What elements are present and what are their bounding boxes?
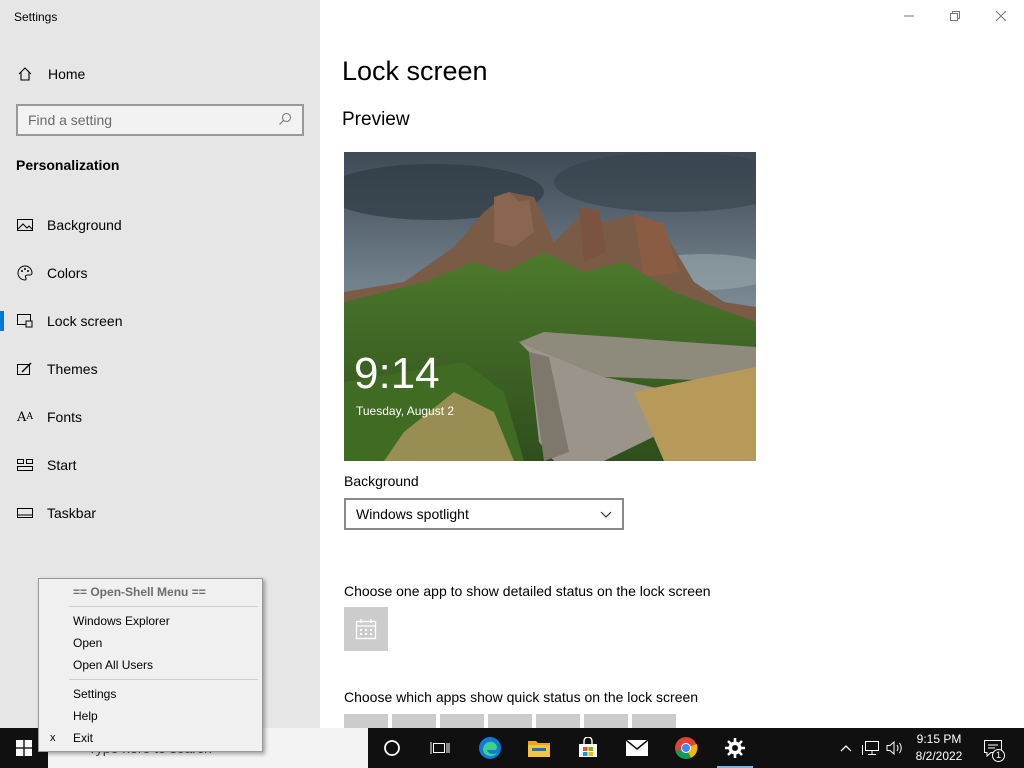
background-dropdown[interactable]: Windows spotlight xyxy=(344,498,624,530)
menu-separator xyxy=(69,606,258,607)
quick-status-app-button[interactable] xyxy=(632,714,676,728)
home-label: Home xyxy=(48,66,86,82)
sidebar-item-themes[interactable]: Themes xyxy=(0,349,320,389)
chrome-icon xyxy=(675,737,698,759)
sidebar-item-label: Themes xyxy=(47,361,98,377)
quick-status-app-button[interactable] xyxy=(488,714,532,728)
sidebar-item-label: Fonts xyxy=(47,409,83,425)
sidebar-item-background[interactable]: Background xyxy=(0,205,320,245)
network-icon xyxy=(862,741,879,755)
menu-item-help[interactable]: Help xyxy=(73,706,98,726)
section-title: Personalization xyxy=(16,157,120,173)
preview-date: Tuesday, August 2 xyxy=(356,404,455,418)
quick-status-label: Choose which apps show quick status on t… xyxy=(344,689,699,705)
menu-item-exit[interactable]: Exit xyxy=(73,728,93,748)
show-hidden-icons-button[interactable] xyxy=(836,728,856,768)
action-center-button[interactable]: 1 xyxy=(980,728,1006,768)
home-nav-item[interactable]: Home xyxy=(16,63,85,85)
exit-glyph: x xyxy=(50,732,56,744)
app-title: Settings xyxy=(14,10,58,24)
close-icon xyxy=(996,11,1006,21)
menu-separator xyxy=(69,679,258,680)
home-icon xyxy=(16,65,34,83)
detailed-status-app-button[interactable] xyxy=(344,607,388,651)
store-button[interactable] xyxy=(564,728,612,768)
sidebar-item-colors[interactable]: Colors xyxy=(0,253,320,293)
fonts-icon: AA xyxy=(17,409,33,425)
mail-icon xyxy=(625,739,649,756)
sidebar-item-taskbar[interactable]: Taskbar xyxy=(0,493,320,533)
network-button[interactable] xyxy=(860,728,882,768)
background-dropdown-value[interactable]: Windows spotlight xyxy=(356,506,600,522)
quick-status-app-button[interactable] xyxy=(344,714,388,728)
themes-icon xyxy=(16,360,34,378)
quick-status-app-button[interactable] xyxy=(440,714,484,728)
volume-icon xyxy=(886,740,902,756)
preview-heading: Preview xyxy=(342,109,410,130)
open-shell-context-menu: == Open-Shell Menu == Windows Explorer O… xyxy=(38,578,263,752)
settings-icon xyxy=(725,738,745,758)
sidebar-item-label: Lock screen xyxy=(47,313,123,329)
store-icon xyxy=(579,737,597,757)
sidebar-item-lock-screen[interactable]: Lock screen xyxy=(0,301,320,341)
close-button[interactable] xyxy=(978,0,1024,32)
settings-taskbar-button[interactable] xyxy=(711,728,759,768)
clock-date: 8/2/2022 xyxy=(915,749,963,763)
restore-icon xyxy=(950,11,960,21)
sidebar-item-start[interactable]: Start xyxy=(0,445,320,485)
quick-status-app-button[interactable] xyxy=(536,714,580,728)
menu-item-windows-explorer[interactable]: Windows Explorer xyxy=(73,611,170,631)
search-icon[interactable] xyxy=(278,112,292,129)
menu-item-open[interactable]: Open xyxy=(73,633,102,653)
calendar-icon xyxy=(355,619,377,640)
chrome-button[interactable] xyxy=(662,728,710,768)
volume-button[interactable] xyxy=(884,728,906,768)
chevron-down-icon[interactable] xyxy=(600,506,612,522)
context-menu-header: == Open-Shell Menu == xyxy=(73,585,206,599)
detailed-status-label: Choose one app to show detailed status o… xyxy=(344,583,711,599)
task-view-button[interactable] xyxy=(416,728,464,768)
search-placeholder[interactable]: Find a setting xyxy=(28,112,278,128)
selection-accent xyxy=(0,311,4,331)
background-label: Background xyxy=(344,473,419,489)
lock-screen-icon xyxy=(16,312,34,330)
sidebar-item-label: Colors xyxy=(47,265,88,281)
page-title: Lock screen xyxy=(342,56,488,86)
preview-time: 9:14 xyxy=(354,349,440,398)
notification-count-badge: 1 xyxy=(992,749,1005,762)
windows-logo-icon xyxy=(16,740,32,756)
edge-icon xyxy=(479,737,501,759)
sidebar-item-fonts[interactable]: AA Fonts xyxy=(0,397,320,437)
taskbar-clock[interactable]: 9:15 PM 8/2/2022 xyxy=(904,731,974,765)
lock-screen-preview: 9:14 Tuesday, August 2 xyxy=(344,152,756,461)
restore-button[interactable] xyxy=(932,0,978,32)
quick-status-app-button[interactable] xyxy=(392,714,436,728)
taskbar-icon xyxy=(16,504,34,522)
chevron-up-icon xyxy=(840,745,852,752)
clock-time: 9:15 PM xyxy=(916,732,962,746)
mail-button[interactable] xyxy=(613,728,661,768)
edge-button[interactable] xyxy=(466,728,514,768)
cortana-button[interactable] xyxy=(368,728,416,768)
palette-icon xyxy=(16,264,34,282)
sidebar-item-label: Background xyxy=(47,217,122,233)
file-explorer-icon xyxy=(528,741,550,757)
minimize-icon xyxy=(904,15,914,17)
file-explorer-button[interactable] xyxy=(515,728,563,768)
task-view-icon xyxy=(430,742,450,754)
menu-item-settings[interactable]: Settings xyxy=(73,684,116,704)
sidebar-item-label: Taskbar xyxy=(47,505,97,521)
find-setting-search[interactable]: Find a setting xyxy=(16,104,304,136)
menu-item-open-all-users[interactable]: Open All Users xyxy=(73,655,153,675)
picture-icon xyxy=(16,216,34,234)
minimize-button[interactable] xyxy=(886,0,932,32)
start-icon xyxy=(16,456,34,474)
quick-status-app-button[interactable] xyxy=(584,714,628,728)
cortana-icon xyxy=(384,740,400,756)
sidebar-item-label: Start xyxy=(47,457,77,473)
